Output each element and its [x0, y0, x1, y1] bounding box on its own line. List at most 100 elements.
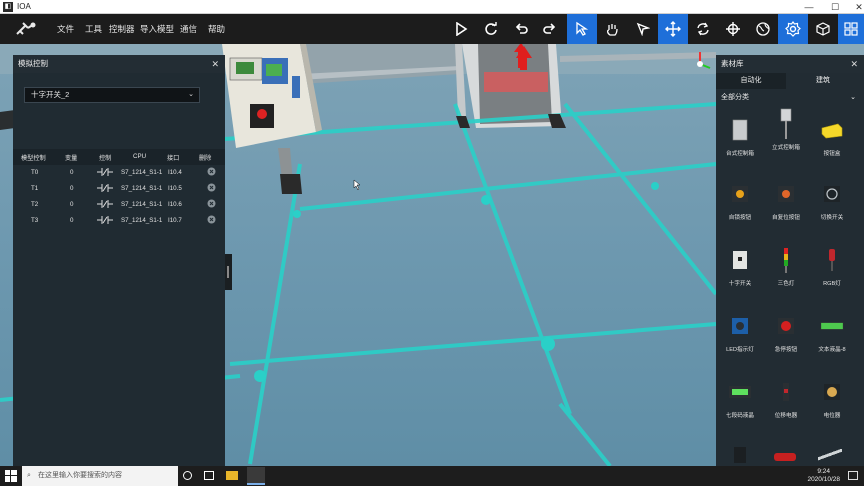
- cross-switch-icon: [728, 245, 752, 275]
- library-item[interactable]: 自复位按钮: [764, 179, 808, 245]
- menu-help[interactable]: 帮助: [208, 14, 225, 44]
- library-item[interactable]: 切换开关: [810, 179, 854, 245]
- table-row: T0 0 S7_1214_S1-1 I10.4: [13, 165, 225, 181]
- maximize-button[interactable]: ☐: [822, 0, 848, 14]
- library-item-label: 三色灯: [777, 281, 795, 287]
- library-item-label: 自复位按钮: [772, 215, 800, 221]
- delete-icon[interactable]: [207, 183, 216, 194]
- floor-control-box-icon: [774, 108, 798, 139]
- windows-start-icon[interactable]: [5, 470, 17, 482]
- cell-cpu: S7_1214_S1-1: [121, 201, 163, 208]
- system-clock[interactable]: 9:24 2020/10/28: [807, 468, 840, 484]
- close-icon[interactable]: ✕: [211, 55, 219, 73]
- delete-icon[interactable]: [207, 167, 216, 178]
- menu-tools[interactable]: 工具: [85, 14, 102, 44]
- cortana-icon[interactable]: [183, 471, 192, 480]
- rotate-tool-button[interactable]: [688, 14, 718, 44]
- library-item[interactable]: RGB灯: [810, 245, 854, 311]
- library-item-label: 按钮盒: [823, 151, 841, 157]
- contact-toggle-icon[interactable]: [97, 167, 113, 179]
- cell-variable: 0: [70, 169, 74, 176]
- settings-button[interactable]: [778, 14, 808, 44]
- notification-icon[interactable]: [848, 471, 858, 480]
- library-item[interactable]: 台式控制箱: [718, 115, 762, 181]
- selector-switch-icon: [820, 179, 844, 209]
- contact-toggle-icon[interactable]: [97, 215, 113, 227]
- grid-view-button[interactable]: [838, 14, 864, 44]
- delete-icon[interactable]: [207, 215, 216, 226]
- taskbar-search-input[interactable]: ⌕ 在这里输入你要搜索的内容: [22, 466, 178, 486]
- header-variable: 变量: [65, 155, 78, 162]
- cube-tool-button[interactable]: [808, 14, 838, 44]
- library-item[interactable]: 十字开关: [718, 245, 762, 311]
- clock-date: 2020/10/28: [807, 476, 840, 483]
- library-item[interactable]: 位移电器: [764, 377, 808, 443]
- task-view-icon[interactable]: [204, 471, 214, 480]
- undo-icon: [515, 23, 528, 34]
- device-select-value: 十字开关_2: [31, 90, 70, 99]
- library-item-partial[interactable]: [734, 447, 746, 463]
- close-button[interactable]: ✕: [846, 0, 864, 14]
- tab-automation[interactable]: 自动化: [716, 73, 786, 89]
- category-label: 全部分类: [721, 94, 749, 101]
- menu-import-model[interactable]: 导入模型: [140, 14, 174, 44]
- library-item-label: 七段码液晶: [726, 413, 754, 419]
- library-item-label: 位移电器: [774, 413, 798, 419]
- undo-button[interactable]: [506, 14, 536, 44]
- delete-icon[interactable]: [207, 199, 216, 210]
- library-item[interactable]: 急停按钮: [764, 311, 808, 377]
- cell-cpu: S7_1214_S1-1: [121, 169, 163, 176]
- redo-button[interactable]: [535, 14, 565, 44]
- logo-icon: [16, 22, 36, 35]
- library-item[interactable]: 立式控制箱: [764, 108, 808, 175]
- button-box-icon: [820, 115, 844, 145]
- table-row: T3 0 S7_1214_S1-1 I10.7: [13, 213, 225, 229]
- file-explorer-icon[interactable]: [226, 471, 238, 480]
- library-item-label: 电位器: [823, 413, 841, 419]
- contact-toggle-icon[interactable]: [97, 183, 113, 195]
- globe-icon: [756, 22, 770, 36]
- target-tool-button[interactable]: [718, 14, 748, 44]
- chevron-down-icon: ⌄: [188, 91, 194, 98]
- reset-button-icon: [774, 179, 798, 209]
- library-item-partial[interactable]: [818, 449, 842, 461]
- menu-communication[interactable]: 通信: [180, 14, 197, 44]
- library-item[interactable]: LED指示灯: [718, 311, 762, 377]
- library-tabs: 自动化 建筑: [716, 73, 864, 89]
- taskbar: ⌕ 在这里输入你要搜索的内容 9:24 2020/10/28: [0, 466, 864, 486]
- device-select[interactable]: 十字开关_2 ⌄: [24, 87, 200, 103]
- hand-tool-button[interactable]: [597, 14, 627, 44]
- library-item[interactable]: 三色灯: [764, 245, 808, 311]
- category-dropdown[interactable]: 全部分类 ⌄: [716, 91, 864, 105]
- library-item[interactable]: 七段码液晶: [718, 377, 762, 443]
- play-button[interactable]: [446, 14, 476, 44]
- select-tool-button[interactable]: [567, 14, 597, 44]
- move-tool-button[interactable]: [658, 14, 688, 44]
- pointer-tool-button[interactable]: [628, 14, 658, 44]
- contact-toggle-icon[interactable]: [97, 199, 113, 211]
- library-item[interactable]: 文本液晶-8: [810, 311, 854, 377]
- refresh-button[interactable]: [476, 14, 506, 44]
- app-icon: ◧: [3, 2, 13, 12]
- header-delete: 删除: [199, 155, 212, 162]
- desk-control-box-icon: [728, 115, 752, 145]
- cell-variable: 0: [70, 217, 74, 224]
- window-title: IOA: [17, 2, 31, 11]
- chevron-down-icon: ⌄: [850, 94, 856, 101]
- cell-port: I10.7: [168, 217, 182, 224]
- ioa-taskbar-icon[interactable]: [247, 467, 265, 485]
- library-item[interactable]: 自锁按钮: [718, 179, 762, 245]
- globe-tool-button[interactable]: [748, 14, 778, 44]
- close-icon[interactable]: ✕: [850, 55, 858, 73]
- tab-building[interactable]: 建筑: [788, 73, 858, 89]
- potentiometer-icon: [820, 377, 844, 407]
- menu-file[interactable]: 文件: [57, 14, 74, 44]
- library-item[interactable]: 电位器: [810, 377, 854, 443]
- library-item-label: 自锁按钮: [728, 215, 752, 221]
- search-placeholder: 在这里输入你要搜索的内容: [38, 472, 122, 479]
- cell-port: I10.4: [168, 169, 182, 176]
- library-item-partial[interactable]: [774, 453, 796, 461]
- library-item[interactable]: 按钮盒: [810, 115, 854, 181]
- menu-controller[interactable]: 控制器: [109, 14, 135, 44]
- minimize-button[interactable]: —: [796, 0, 822, 14]
